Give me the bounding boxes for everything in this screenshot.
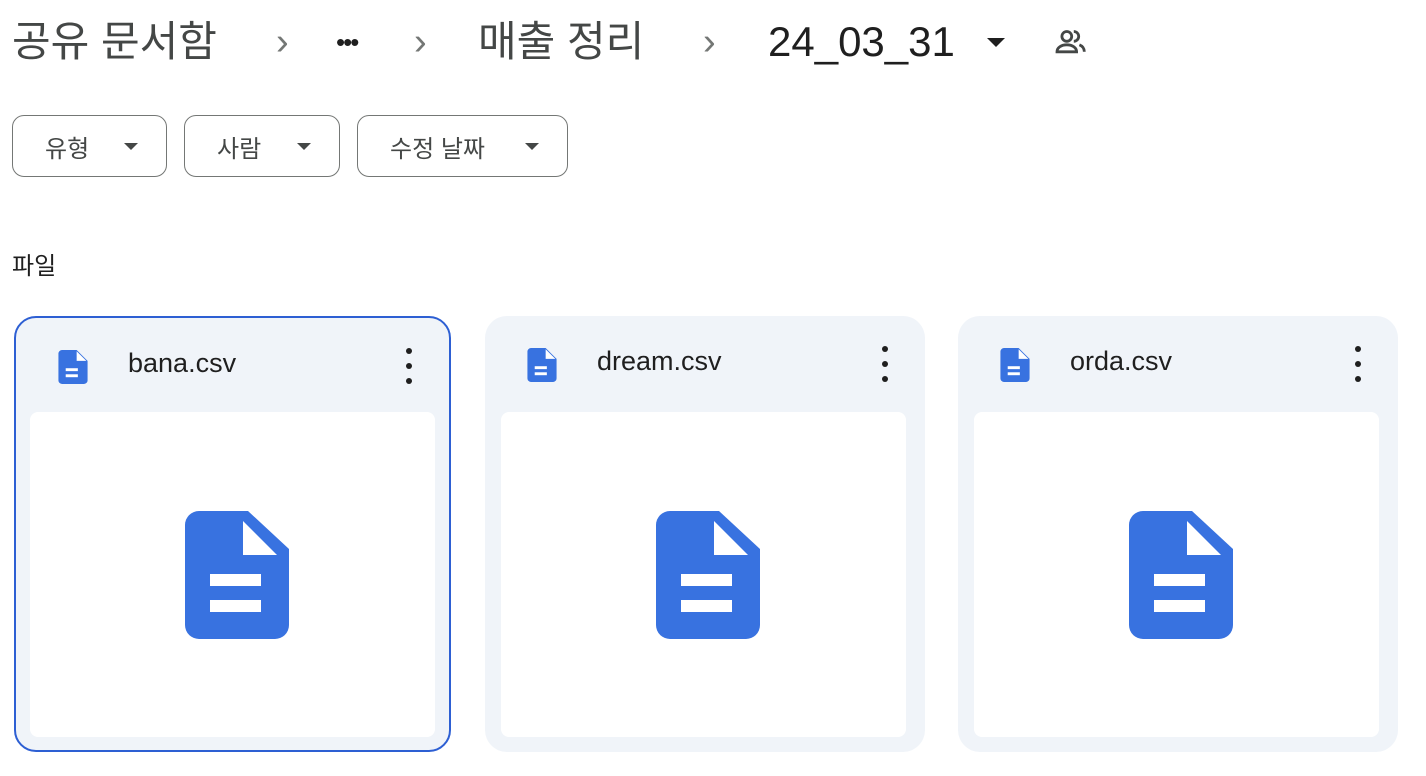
caret-down-icon [525,142,539,150]
section-title-files: 파일 [12,253,57,280]
document-large-icon [185,511,289,639]
document-large-icon [1129,511,1233,639]
file-name: orda.csv [1070,346,1173,376]
chevron-right-icon: › [276,21,289,63]
file-name: dream.csv [597,346,722,376]
filter-people-label: 사람 [217,135,262,163]
folder-dropdown-icon[interactable] [987,38,1005,47]
file-name: bana.csv [128,348,237,378]
file-card[interactable]: dream.csv [485,316,925,752]
document-large-icon [656,511,760,639]
filter-type-label: 유형 [45,135,90,163]
file-card[interactable]: orda.csv [958,316,1398,752]
file-thumbnail [501,412,906,737]
filter-people-chip[interactable]: 사람 [184,115,340,177]
filter-modified-label: 수정 날짜 [390,135,485,163]
breadcrumb-shared-drives[interactable]: 공유 문서함 [12,14,217,70]
filter-type-chip[interactable]: 유형 [12,115,167,177]
file-thumbnail [974,412,1379,737]
more-options-icon[interactable] [399,348,419,384]
shared-people-icon [1055,30,1086,54]
caret-down-icon [124,142,138,150]
file-card[interactable]: bana.csv [14,316,451,752]
breadcrumb-current-folder[interactable]: 24_03_31 [768,14,955,70]
breadcrumb-more-button[interactable]: ••• [336,14,359,70]
caret-down-icon [297,142,311,150]
more-options-icon[interactable] [875,346,895,382]
document-icon [1000,348,1030,382]
chevron-right-icon: › [414,21,427,63]
breadcrumb-sales-folder[interactable]: 매출 정리 [478,14,644,70]
document-icon [58,350,88,384]
file-thumbnail [30,412,435,737]
more-options-icon[interactable] [1348,346,1368,382]
chevron-right-icon: › [703,21,716,63]
filter-modified-chip[interactable]: 수정 날짜 [357,115,568,177]
document-icon [527,348,557,382]
